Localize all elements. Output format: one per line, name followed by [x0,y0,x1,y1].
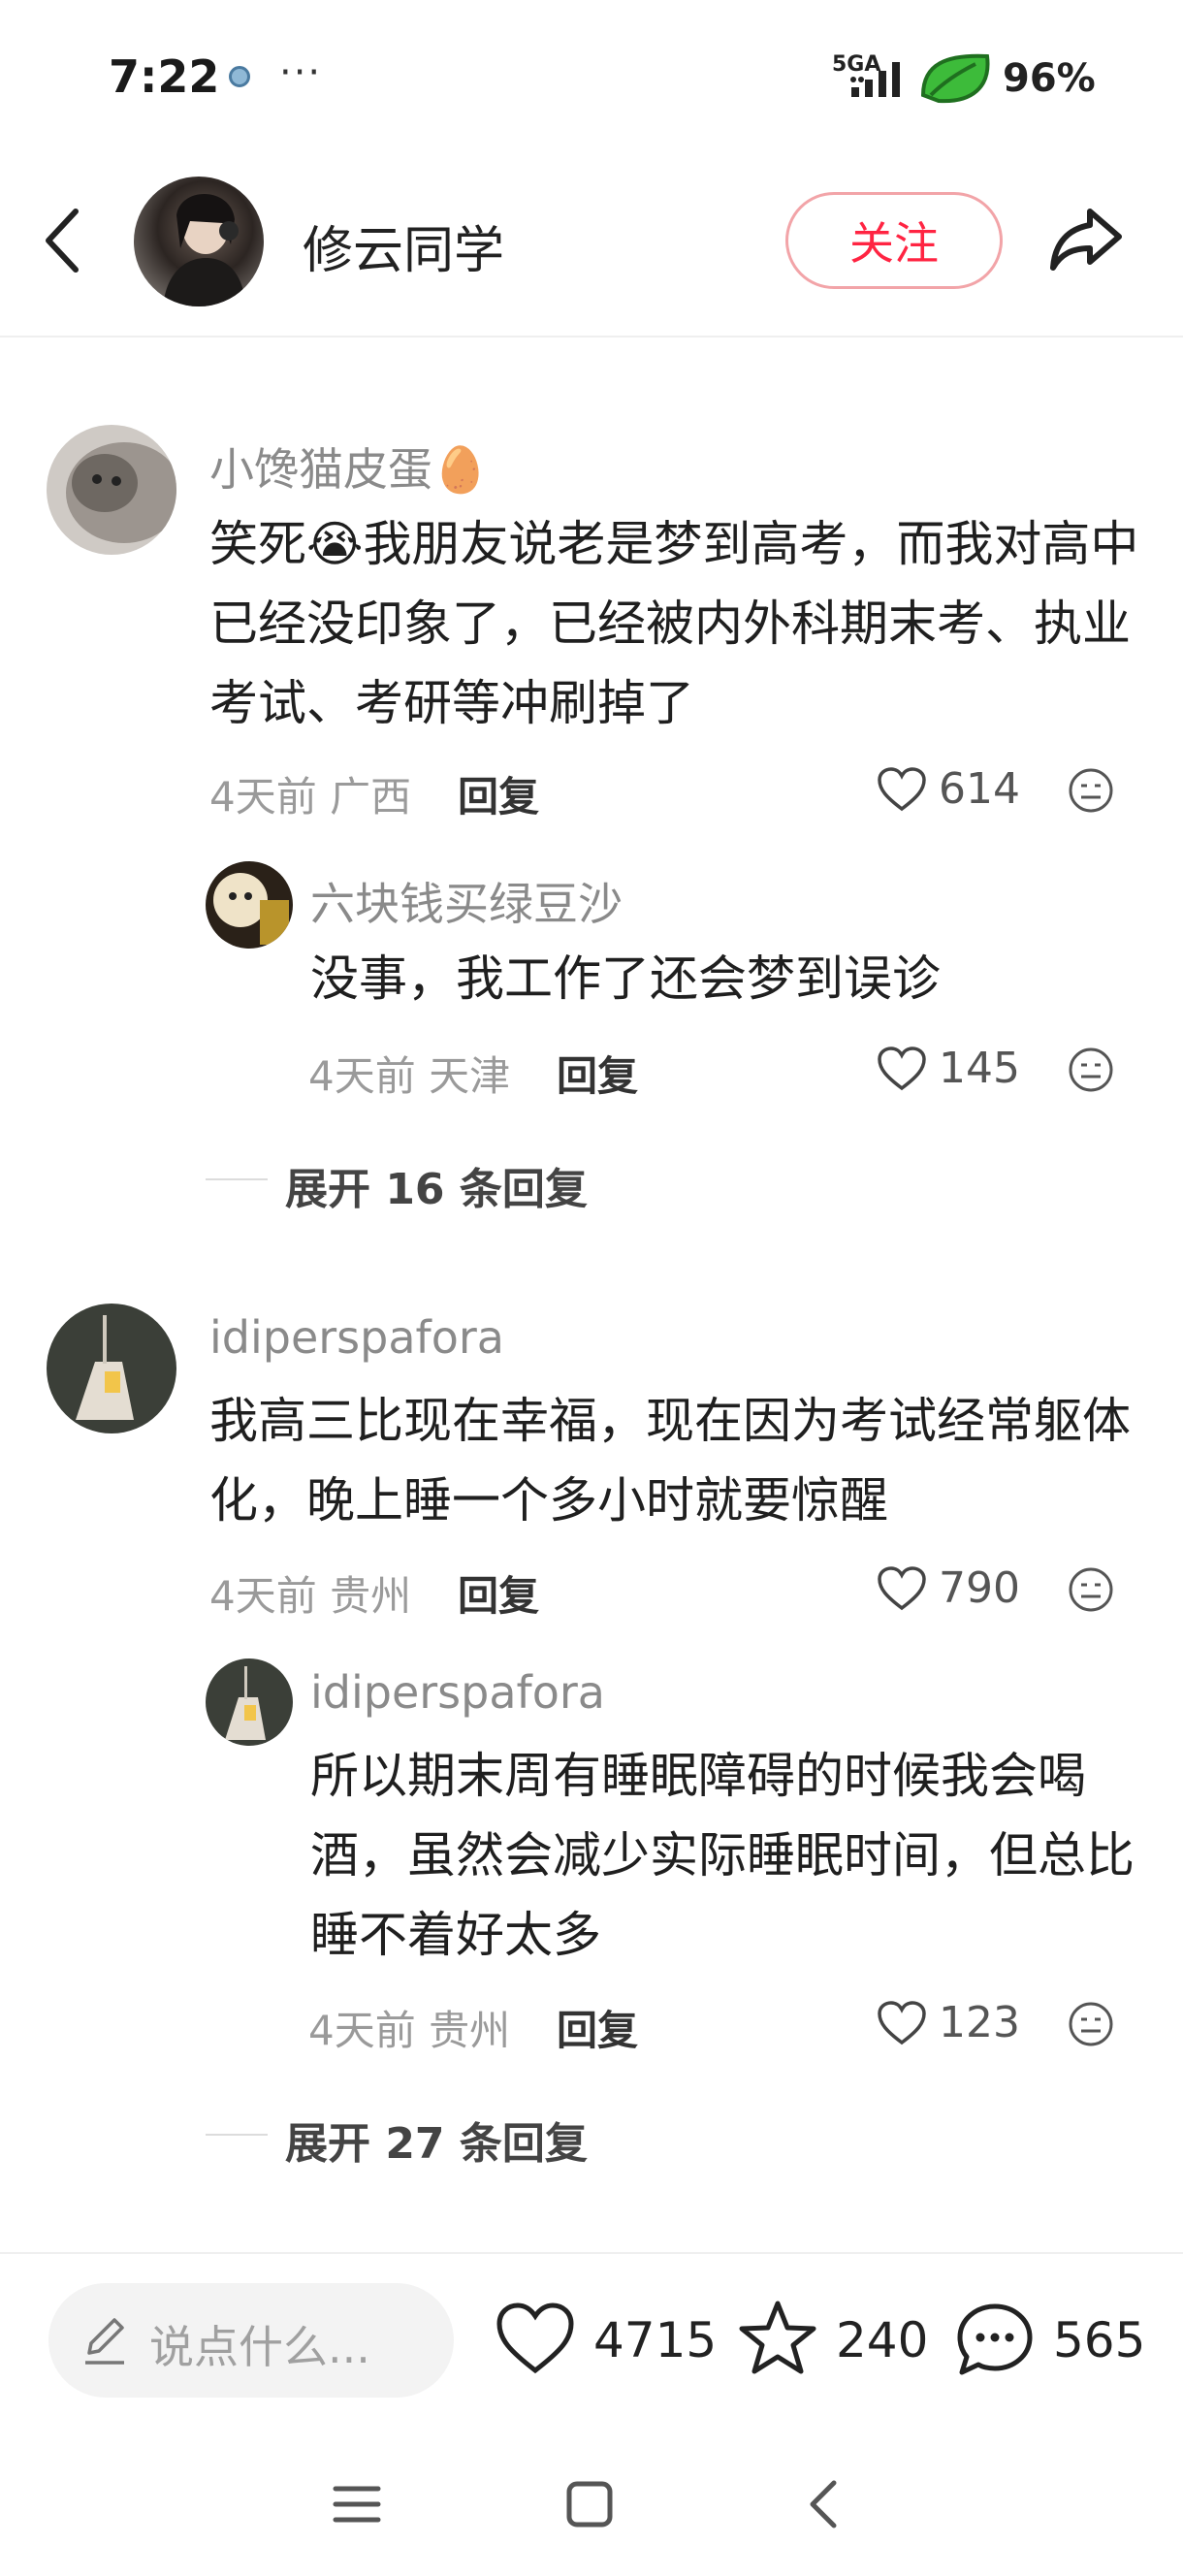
like-count: 614 [939,764,1020,814]
notification-app-icon [229,66,250,87]
reply-username[interactable]: idiperspafora [310,1666,605,1719]
reply-meta: 4天前 贵州 [308,2007,511,2054]
author-avatar[interactable] [134,177,264,306]
expand-replies-button[interactable]: 展开 16 条回复 [285,1154,588,1216]
favorite-total: 240 [836,2312,929,2368]
share-icon[interactable] [1047,204,1125,277]
reply-text[interactable]: 没事，我工作了还会梦到误诊 [310,939,1144,1018]
menu-icon[interactable] [328,2475,386,2533]
reply-button[interactable]: 回复 [458,1563,539,1623]
expand-replies-button[interactable]: 展开 27 条回复 [285,2109,588,2171]
signal-icon [850,62,900,97]
home-square-icon[interactable] [560,2475,619,2533]
heart-icon[interactable] [877,1565,927,1612]
comment-avatar[interactable] [47,1304,176,1433]
comment-username[interactable]: 小馋猫皮蛋🥚 [209,435,488,499]
comment-meta: 4天前 广西 [209,773,412,821]
comment-meta: 4天前 贵州 [209,1572,412,1620]
heart-icon[interactable] [877,1046,927,1092]
more-notifications-indicator: ··· [279,50,323,95]
pencil-icon [85,2318,124,2365]
expand-divider [206,1178,268,1180]
back-arrow-icon[interactable] [39,202,87,279]
nav-back-icon[interactable] [795,2475,853,2533]
expand-divider [206,2134,268,2136]
follow-button[interactable]: 关注 [785,192,1003,289]
heart-icon[interactable] [877,2000,927,2046]
reply-avatar[interactable] [206,861,293,949]
comment-total: 565 [1053,2312,1146,2368]
comment-avatar[interactable] [47,425,176,555]
reply-text[interactable]: 所以期末周有睡眠障碍的时候我会喝酒，虽然会减少实际睡眠时间，但总比睡不着好太多 [310,1736,1144,1975]
like-total: 4715 [593,2312,718,2368]
egg-emoji: 🥚 [432,443,489,496]
crying-emoji: 😭 [306,516,364,572]
comment-text[interactable]: 我高三比现在幸福，现在因为考试经常躯体化，晚上睡一个多小时就要惊醒 [209,1381,1140,1540]
header-divider [0,336,1183,338]
heart-icon[interactable] [495,2301,576,2378]
battery-percent: 96% [1003,56,1096,101]
emoji-face-icon[interactable] [1067,1046,1115,1094]
emoji-face-icon[interactable] [1067,2000,1115,2048]
heart-icon[interactable] [877,766,927,813]
reply-avatar[interactable] [206,1658,293,1746]
author-name[interactable]: 修云同学 [303,209,504,282]
comment-text[interactable]: 笑死😭我朋友说老是梦到高考，而我对高中已经没印象了，已经被内外科期末考、执业考试… [209,504,1140,743]
reply-button[interactable]: 回复 [557,1044,638,1103]
emoji-face-icon[interactable] [1067,766,1115,815]
comment-input-placeholder[interactable]: 说点什么... [149,2312,370,2376]
emoji-face-icon[interactable] [1067,1565,1115,1614]
reply-button[interactable]: 回复 [458,764,539,823]
bottom-divider [0,2252,1183,2254]
reply-button[interactable]: 回复 [557,1998,638,2057]
like-count: 145 [939,1044,1020,1093]
like-count: 123 [939,1998,1020,2047]
reply-username[interactable]: 六块钱买绿豆沙 [310,869,623,933]
comment-username[interactable]: idiperspafora [209,1311,504,1364]
comment-bubble-icon[interactable] [954,2301,1036,2378]
reply-meta: 4天前 天津 [308,1052,511,1100]
like-count: 790 [939,1563,1020,1613]
star-icon[interactable] [737,2299,818,2376]
battery-icon [920,53,990,104]
status-time: 7:22 [109,50,220,103]
